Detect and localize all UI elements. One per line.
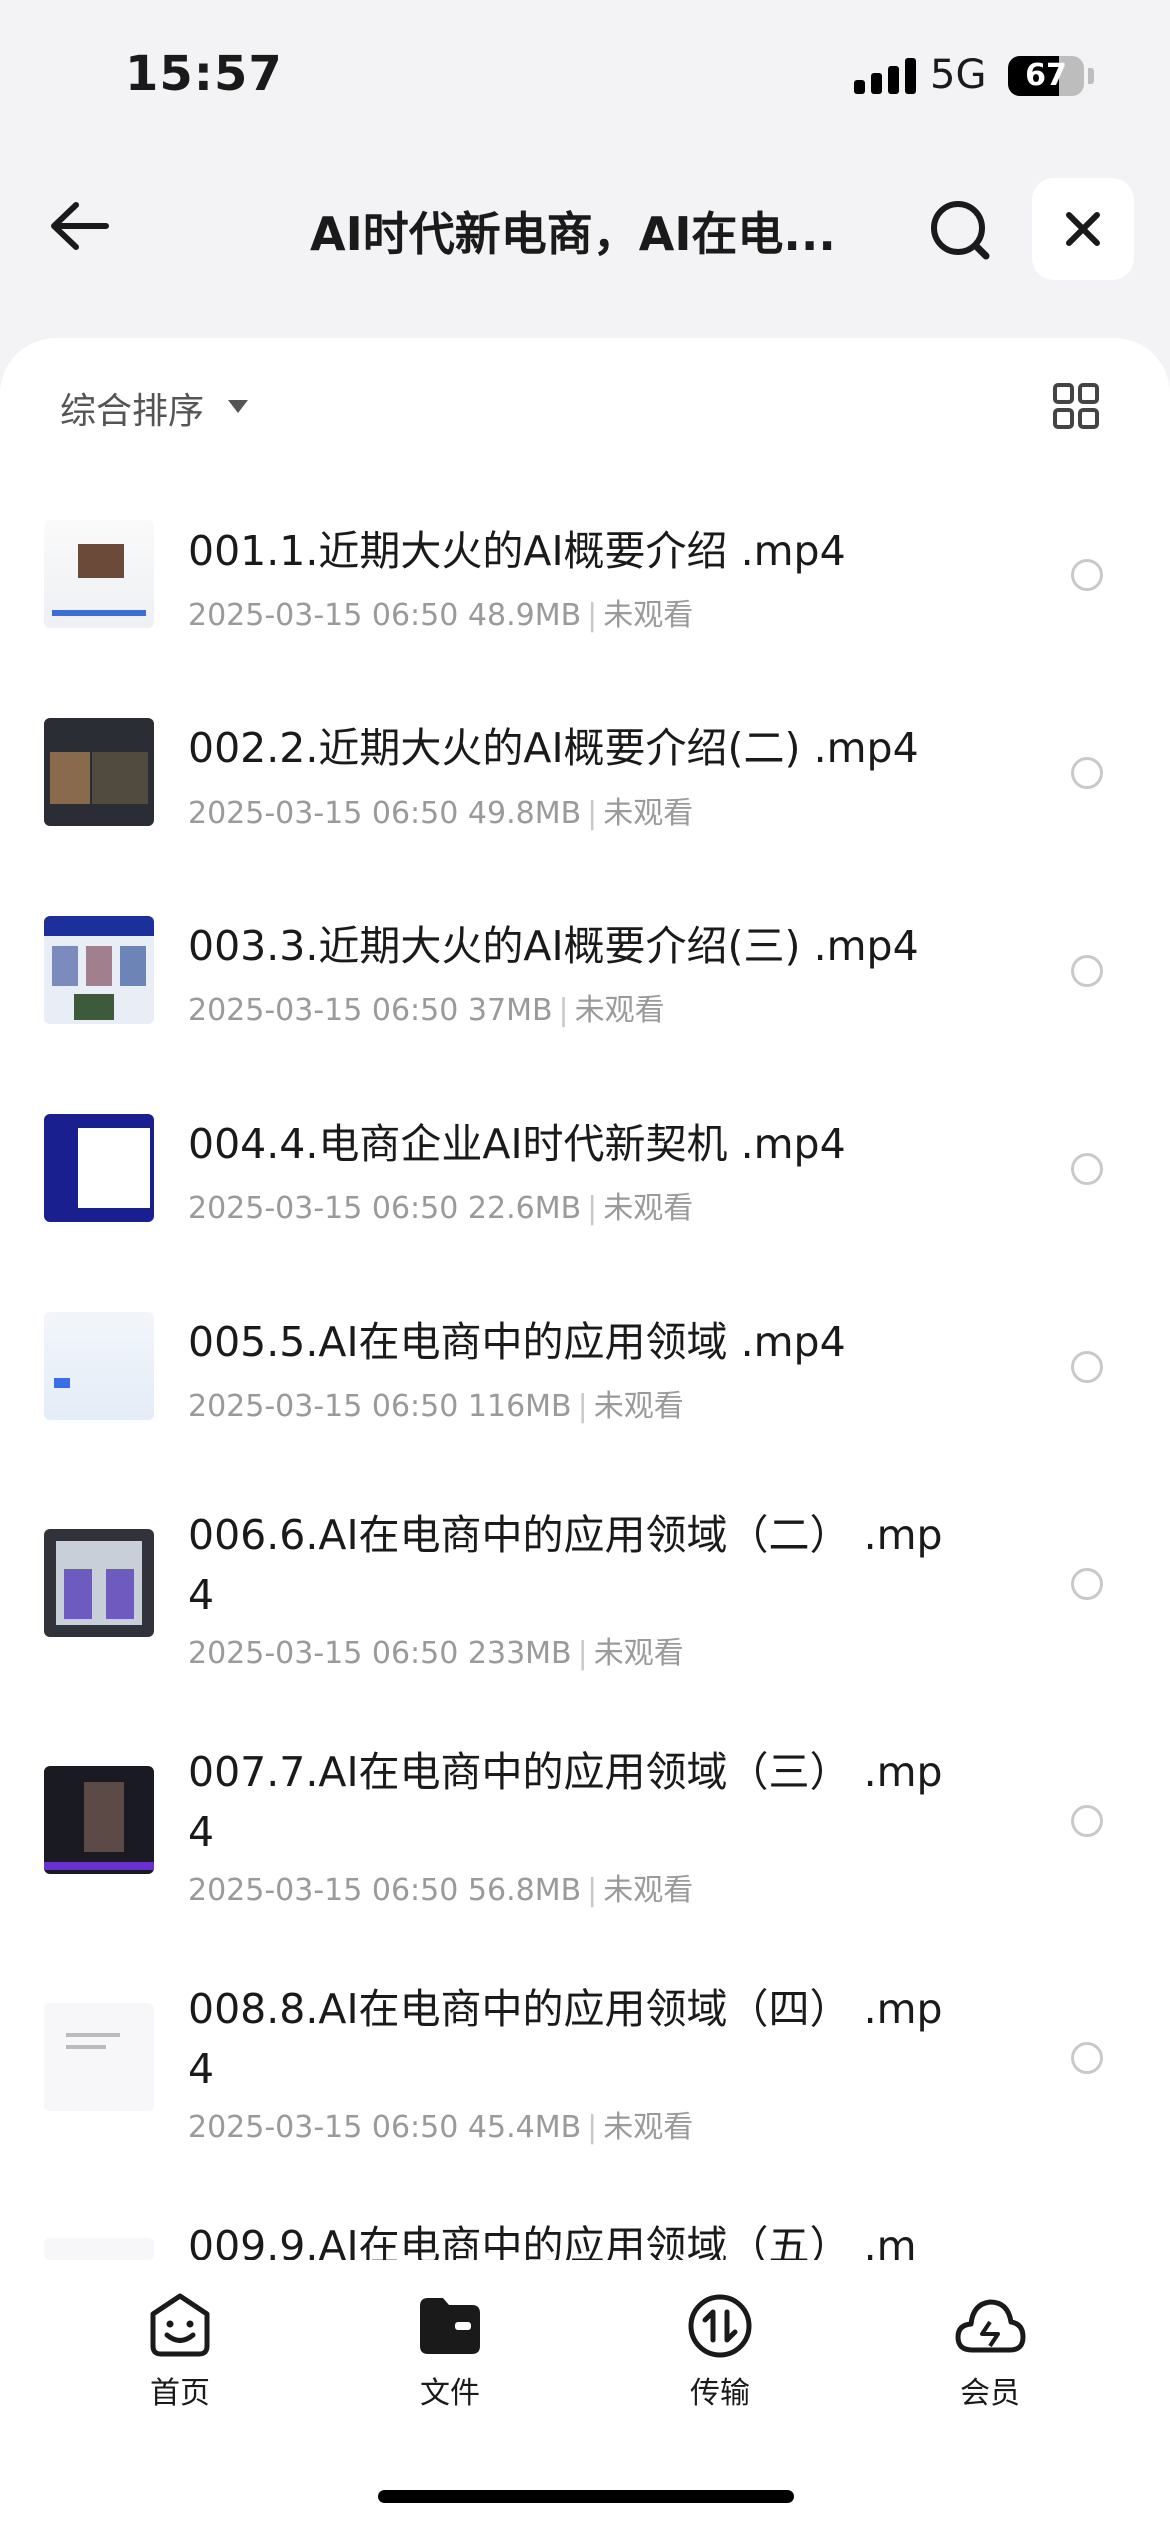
file-meta: 2025-03-15 06:50 37MB | 未观看 [188, 993, 665, 1028]
file-name: 005.5.AI在电商中的应用领域 .mp4 [188, 1318, 846, 1366]
file-name: 002.2.近期大火的AI概要介绍(二) .mp4 [188, 724, 919, 772]
tab-transfer[interactable]: 传输 [635, 2290, 805, 2412]
file-name: 007.7.AI在电商中的应用领域（三） .mp4 [188, 1748, 943, 1856]
video-thumbnail [44, 520, 154, 628]
tab-home[interactable]: 首页 [95, 2290, 265, 2412]
sort-dropdown[interactable]: 综合排序 [60, 382, 204, 434]
select-radio[interactable] [1071, 1153, 1103, 1185]
video-thumbnail [44, 1766, 154, 1874]
file-date: 2025-03-15 06:50 [188, 1389, 459, 1424]
video-thumbnail [44, 2238, 154, 2260]
file-status: 未观看 [574, 993, 665, 1028]
file-status: 未观看 [603, 598, 694, 633]
tab-label: 传输 [690, 2376, 750, 2411]
battery-percent: 67 [1025, 58, 1067, 93]
video-thumbnail [44, 1312, 154, 1420]
file-name: 006.6.AI在电商中的应用领域（二） .mp4 [188, 1511, 943, 1619]
select-radio[interactable] [1071, 1351, 1103, 1383]
select-radio[interactable] [1071, 2042, 1103, 2074]
file-status: 未观看 [603, 1191, 694, 1226]
file-date: 2025-03-15 06:50 [188, 1636, 459, 1671]
file-size: 45.4MB [467, 2110, 582, 2145]
file-name: 003.3.近期大火的AI概要介绍(三) .mp4 [188, 922, 919, 970]
file-meta: 2025-03-15 06:50 116MB | 未观看 [188, 1389, 684, 1424]
file-date: 2025-03-15 06:50 [188, 1873, 459, 1908]
file-name: 001.1.近期大火的AI概要介绍 .mp4 [188, 527, 846, 575]
select-radio[interactable] [1071, 955, 1103, 987]
page-title: AI时代新电商，AI在电... [310, 207, 836, 261]
cloud-icon [955, 2299, 1026, 2353]
file-date: 2025-03-15 06:50 [188, 1191, 459, 1226]
file-size: 37MB [467, 993, 553, 1028]
file-size: 56.8MB [467, 1873, 582, 1908]
file-status: 未观看 [603, 2110, 694, 2145]
file-date: 2025-03-15 06:50 [188, 796, 459, 831]
tab-files[interactable]: 文件 [365, 2290, 535, 2412]
video-thumbnail [44, 916, 154, 1024]
tab-label: 首页 [150, 2376, 210, 2411]
file-meta: 2025-03-15 06:50 22.6MB | 未观看 [188, 1191, 694, 1226]
video-thumbnail [44, 2003, 154, 2111]
file-meta: 2025-03-15 06:50 48.9MB | 未观看 [188, 598, 694, 633]
file-size: 116MB [467, 1389, 572, 1424]
file-meta: 2025-03-15 06:50 45.4MB | 未观看 [188, 2110, 694, 2145]
video-thumbnail [44, 718, 154, 826]
grid-icon [1053, 383, 1099, 429]
file-status: 未观看 [603, 1873, 694, 1908]
status-bar: 15:57 5G 67 [0, 0, 1170, 150]
file-date: 2025-03-15 06:50 [188, 598, 459, 633]
file-status: 未观看 [603, 796, 694, 831]
select-radio[interactable] [1071, 757, 1103, 789]
file-meta: 2025-03-15 06:50 56.8MB | 未观看 [188, 1873, 694, 1908]
tab-label: 文件 [420, 2376, 480, 2411]
file-name: 004.4.电商企业AI时代新契机 .mp4 [188, 1120, 846, 1168]
file-date: 2025-03-15 06:50 [188, 2110, 459, 2145]
network-type: 5G [930, 52, 987, 98]
file-size: 233MB [467, 1636, 572, 1671]
transfer-icon [688, 2294, 752, 2358]
close-button[interactable] [1032, 178, 1134, 280]
battery-tip [1088, 68, 1094, 84]
file-name: 008.8.AI在电商中的应用领域（四） .mp4 [188, 1985, 943, 2093]
select-radio[interactable] [1071, 1568, 1103, 1600]
file-size: 49.8MB [467, 796, 582, 831]
search-button[interactable] [920, 190, 1000, 270]
file-date: 2025-03-15 06:50 [188, 993, 459, 1028]
folder-icon [420, 2298, 480, 2354]
tab-vip[interactable]: 会员 [905, 2290, 1075, 2412]
close-icon [1066, 212, 1100, 246]
caret-down-icon[interactable] [228, 400, 248, 413]
file-status: 未观看 [593, 1636, 684, 1671]
file-status: 未观看 [593, 1389, 684, 1424]
select-radio[interactable] [1071, 559, 1103, 591]
tab-label: 会员 [960, 2376, 1020, 2411]
file-size: 48.9MB [467, 598, 582, 633]
home-indicator [378, 2490, 794, 2503]
arrow-left-icon [51, 202, 109, 250]
video-thumbnail [44, 1114, 154, 1222]
status-time: 15:57 [125, 46, 283, 102]
back-button[interactable] [40, 186, 120, 266]
signal-icon [854, 58, 916, 94]
search-icon [931, 201, 990, 260]
file-size: 22.6MB [467, 1191, 582, 1226]
file-meta: 2025-03-15 06:50 233MB | 未观看 [188, 1636, 684, 1671]
file-list-panel [0, 338, 1170, 2532]
video-thumbnail [44, 1529, 154, 1637]
grid-view-button[interactable] [1052, 382, 1100, 430]
battery-icon: 67 [1008, 56, 1084, 96]
select-radio[interactable] [1071, 1805, 1103, 1837]
smile-face-icon [150, 2293, 210, 2357]
file-meta: 2025-03-15 06:50 49.8MB | 未观看 [188, 796, 694, 831]
